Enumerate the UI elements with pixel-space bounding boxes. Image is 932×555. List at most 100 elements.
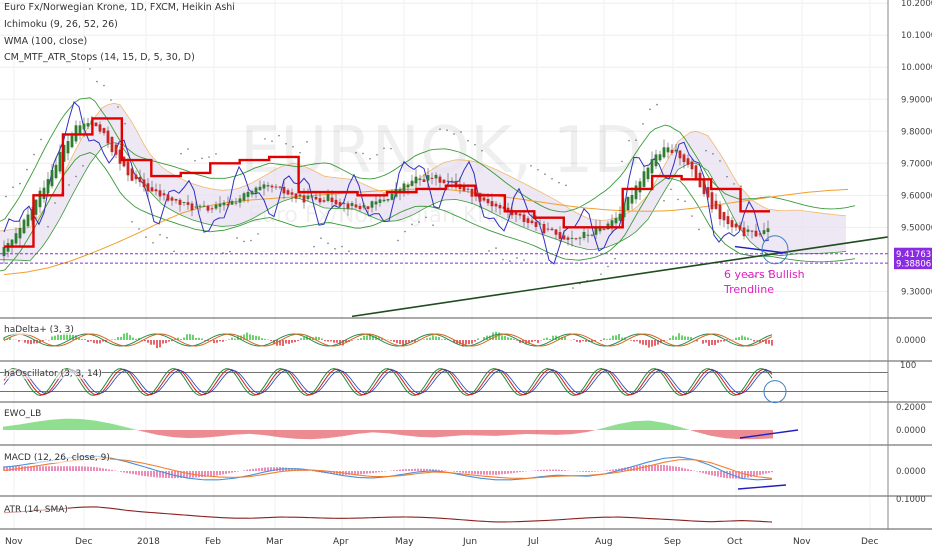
parabolic-dot [488, 250, 490, 252]
parabolic-dot [355, 151, 357, 154]
candle-body [462, 186, 466, 191]
pane-tick-label: 0.2000 [896, 403, 926, 413]
candle-body [518, 213, 522, 216]
candle-body [154, 189, 158, 192]
candle-body [278, 186, 282, 188]
candle-body [694, 165, 698, 181]
parabolic-dot [509, 260, 511, 262]
hadelta-title: haDelta+ (3, 3) [4, 325, 74, 335]
chart-svg[interactable]: 10.20000 10.10000 10.00000 9.90000 9.80000 9.… [0, 0, 932, 550]
price-tick-label: 9.60000 [901, 191, 932, 201]
candle-body [314, 196, 318, 200]
parabolic-dot [271, 140, 273, 142]
parabolic-dot [180, 152, 182, 155]
candle-body [246, 191, 250, 197]
candle-body [526, 218, 530, 223]
parabolic-dot [684, 200, 686, 202]
x-axis-label: May [395, 537, 414, 547]
candle-body [554, 229, 558, 235]
candle-body [386, 199, 390, 201]
candle-body [630, 195, 634, 204]
x-axis-label: Feb [205, 537, 221, 547]
candle-body [422, 179, 426, 182]
x-axis-label: Dec [75, 537, 92, 547]
candle-body [242, 193, 246, 201]
parabolic-dot [642, 123, 644, 125]
candle-body [670, 149, 674, 153]
candle-body [14, 233, 18, 244]
candle-body [294, 193, 298, 199]
candle-body [550, 228, 554, 231]
parabolic-dot [138, 228, 140, 230]
candle-body [150, 187, 154, 192]
parabolic-dot [278, 134, 280, 137]
candle-body [38, 190, 42, 208]
candle-body [326, 194, 330, 201]
candle-body [522, 214, 526, 222]
candle-body [198, 205, 202, 207]
parabolic-dot [712, 153, 714, 155]
candle-body [114, 144, 118, 155]
parabolic-dot [390, 147, 392, 150]
candle-body [86, 123, 90, 127]
candle-body [298, 194, 302, 197]
candle-body [138, 176, 142, 183]
parabolic-dot [516, 257, 518, 259]
parabolic-dot [320, 237, 322, 240]
candle-body [66, 141, 70, 154]
parabolic-dot [89, 68, 91, 70]
candle-body [418, 178, 422, 181]
annotation-line-2: Trendline [723, 283, 774, 296]
candle-body [194, 206, 198, 208]
chart-title: Euro Fx/Norwegian Krone, 1D, FXCM, Heiki… [4, 2, 235, 13]
parabolic-dot [418, 221, 420, 223]
candle-body [166, 194, 170, 201]
candle-body [82, 123, 86, 130]
candle-body [766, 228, 770, 233]
candle-body [330, 197, 334, 203]
candle-body [214, 204, 218, 209]
candle-body [250, 191, 254, 195]
parabolic-dot [530, 164, 532, 167]
parabolic-dot [299, 151, 301, 154]
atr-stops-label: CM_MTF_ATR_Stops (14, 15, D, 5, 30, D) [4, 52, 195, 63]
parabolic-dot [117, 106, 119, 108]
x-axis-label: Nov [793, 537, 811, 547]
parabolic-dot [75, 175, 77, 178]
candle-body [358, 205, 362, 210]
candle-body [382, 199, 386, 202]
chart-area[interactable]: 10.20000 10.10000 10.00000 9.90000 9.80000 9.… [0, 0, 932, 550]
candle-body [2, 247, 6, 257]
price-tick-label: 9.30000 [901, 287, 932, 297]
parabolic-dot [453, 133, 455, 135]
candle-body [302, 195, 306, 203]
candle-body [578, 237, 582, 239]
candle-body [190, 203, 194, 211]
candle-body [362, 205, 366, 208]
candle-body [226, 203, 230, 206]
parabolic-dot [705, 149, 707, 152]
candle-body [126, 161, 130, 176]
parabolic-dot [691, 215, 693, 217]
candle-body [674, 149, 678, 152]
candle-body [142, 179, 146, 188]
pane-tick-label: 100 [900, 361, 916, 371]
candle-body [730, 220, 734, 228]
candle-body [678, 150, 682, 159]
candle-body [602, 229, 606, 231]
parabolic-dot [26, 168, 28, 171]
parabolic-dot [411, 223, 413, 226]
parabolic-dot [425, 216, 427, 219]
price-tick-label: 9.50000 [901, 223, 932, 233]
candle-body [26, 214, 30, 227]
candle-body [94, 122, 98, 127]
parabolic-dot [348, 250, 350, 253]
candle-body [130, 168, 134, 181]
candle-body [170, 197, 174, 201]
parabolic-dot [145, 236, 147, 238]
candle-body [202, 205, 206, 207]
x-axis-label: Nov [5, 537, 23, 547]
parabolic-dot [82, 165, 84, 167]
parabolic-dot [243, 240, 245, 243]
candle-body [22, 219, 26, 234]
